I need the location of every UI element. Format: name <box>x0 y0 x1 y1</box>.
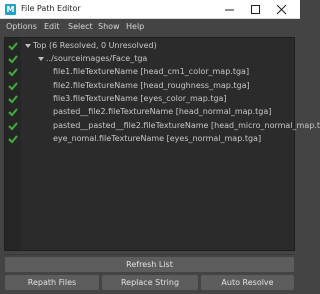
auto-resolve-button[interactable]: Auto Resolve <box>201 275 294 290</box>
status-column <box>5 38 21 250</box>
file-tree[interactable]: Top (6 Resolved, 0 Unresolved) ../source… <box>4 37 320 251</box>
repath-files-button[interactable]: Repath Files <box>5 275 99 290</box>
maya-app-icon: M <box>5 4 16 15</box>
check-icon <box>8 68 18 77</box>
maximize-icon <box>251 5 260 14</box>
menu-select[interactable]: Select <box>68 22 93 31</box>
minimize-icon <box>225 9 234 11</box>
title-bar[interactable]: M File Path Editor <box>0 0 300 19</box>
check-icon <box>8 82 18 91</box>
menu-show[interactable]: Show <box>98 22 120 31</box>
menu-edit[interactable]: Edit <box>44 22 60 31</box>
tree-file-item[interactable]: pasted__file2.fileTextureName [head_norm… <box>53 107 271 116</box>
replace-string-button[interactable]: Replace String <box>102 275 198 290</box>
window-title: File Path Editor <box>21 4 81 13</box>
check-icon <box>8 95 18 104</box>
minimize-button[interactable] <box>218 0 242 19</box>
tree-file-item[interactable]: file1.fileTextureName [head_cm1_color_ma… <box>53 67 249 76</box>
check-icon <box>8 108 18 117</box>
divider <box>4 254 295 255</box>
tree-folder-label[interactable]: ../sourceimages/Face_tga <box>46 54 147 63</box>
menu-bar: Options Edit Select Show Help <box>0 19 300 34</box>
menu-options[interactable]: Options <box>6 22 37 31</box>
close-icon <box>277 5 287 15</box>
refresh-list-button[interactable]: Refresh List <box>5 257 294 272</box>
tree-root-label[interactable]: Top (6 Resolved, 0 Unresolved) <box>33 41 157 50</box>
menu-help[interactable]: Help <box>126 22 144 31</box>
close-button[interactable] <box>270 0 294 19</box>
tree-file-item[interactable]: eye_nomal.fileTextureName [eyes_normal_m… <box>53 134 261 143</box>
check-icon <box>8 55 18 64</box>
check-icon <box>8 122 18 131</box>
tree-file-item[interactable]: pasted__pasted__file2.fileTextureName [h… <box>53 121 320 130</box>
triangle-down-icon[interactable] <box>25 43 31 49</box>
triangle-down-icon[interactable] <box>38 56 44 62</box>
check-icon <box>8 42 18 51</box>
maximize-button[interactable] <box>244 0 268 19</box>
check-icon <box>8 135 18 144</box>
tree-file-item[interactable]: file3.fileTextureName [eyes_color_map.tg… <box>53 94 227 103</box>
tree-file-item[interactable]: file2.fileTextureName [head_roughness_ma… <box>53 81 250 90</box>
